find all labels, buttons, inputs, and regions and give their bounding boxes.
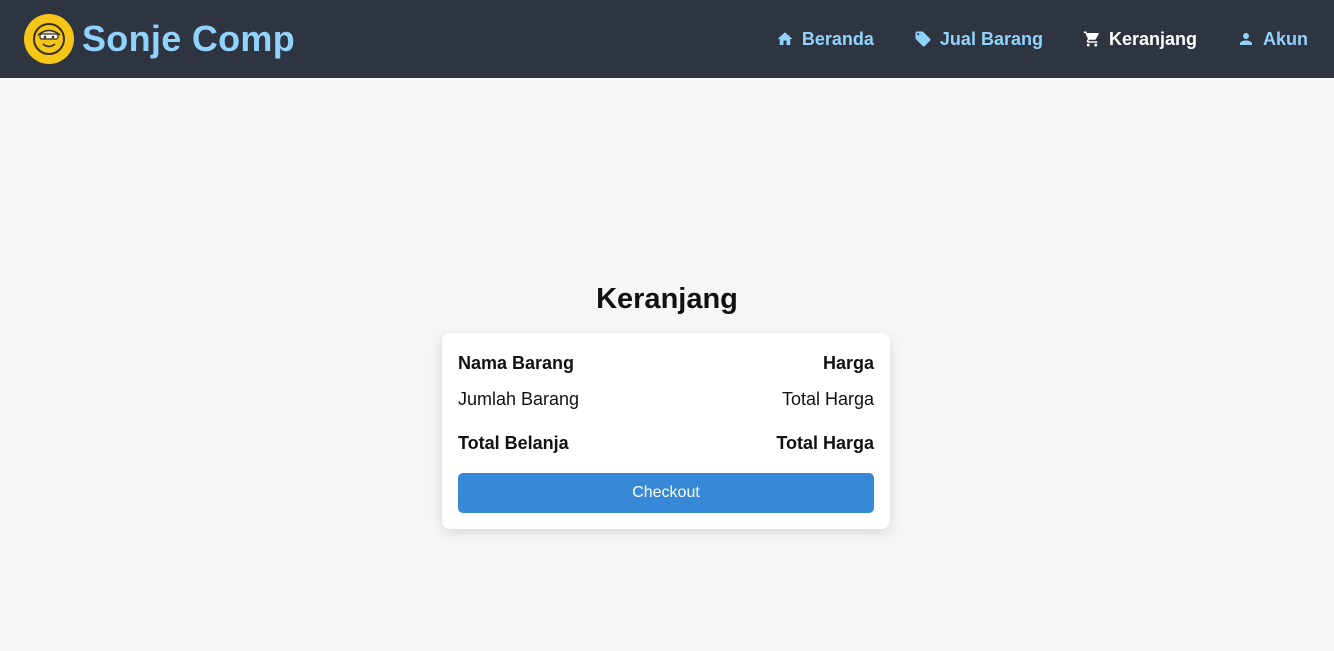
tag-icon <box>915 31 931 47</box>
nav-item-beranda[interactable]: Beranda <box>776 29 874 50</box>
price-label: Harga <box>822 353 874 373</box>
face-logo-icon <box>24 14 74 64</box>
quantity-label: Jumlah Barang <box>458 389 580 409</box>
cart-icon <box>1083 31 1099 47</box>
nav-label-beranda: Beranda <box>801 28 874 49</box>
nav-item-keranjang[interactable]: Keranjang <box>1083 29 1197 50</box>
nav-label-jual-barang: Jual Barang <box>939 28 1043 49</box>
item-total-label: Total Harga <box>781 389 874 409</box>
cart-header-row: Nama Barang Harga <box>458 353 874 374</box>
checkout-button[interactable]: Checkout <box>458 473 874 513</box>
nav-label-akun: Akun <box>1263 28 1308 49</box>
grand-total-value: Total Harga <box>776 433 874 453</box>
nav-item-jual-barang[interactable]: Jual Barang <box>914 29 1043 50</box>
cart-card: Nama Barang Harga Jumlah Barang Total Ha… <box>442 333 890 529</box>
item-name-label: Nama Barang <box>458 353 575 373</box>
grand-total-label: Total Belanja <box>458 433 569 453</box>
page-title: Keranjang <box>596 283 738 315</box>
navbar: Sonje Comp Beranda Jual Barang Keranjang… <box>0 0 1334 78</box>
cart-item-row: Jumlah Barang Total Harga <box>458 389 874 410</box>
main-nav: Beranda Jual Barang Keranjang Akun <box>736 29 1308 50</box>
person-icon <box>1240 33 1252 45</box>
nav-label-keranjang: Keranjang <box>1108 28 1197 49</box>
nav-item-akun[interactable]: Akun <box>1237 29 1308 50</box>
main-content: Keranjang Nama Barang Harga Jumlah Baran… <box>0 78 1334 651</box>
brand-name: Sonje Comp <box>82 18 296 59</box>
home-icon <box>777 32 793 45</box>
brand[interactable]: Sonje Comp <box>24 14 295 64</box>
cart-total-row: Total Belanja Total Harga <box>458 433 874 454</box>
